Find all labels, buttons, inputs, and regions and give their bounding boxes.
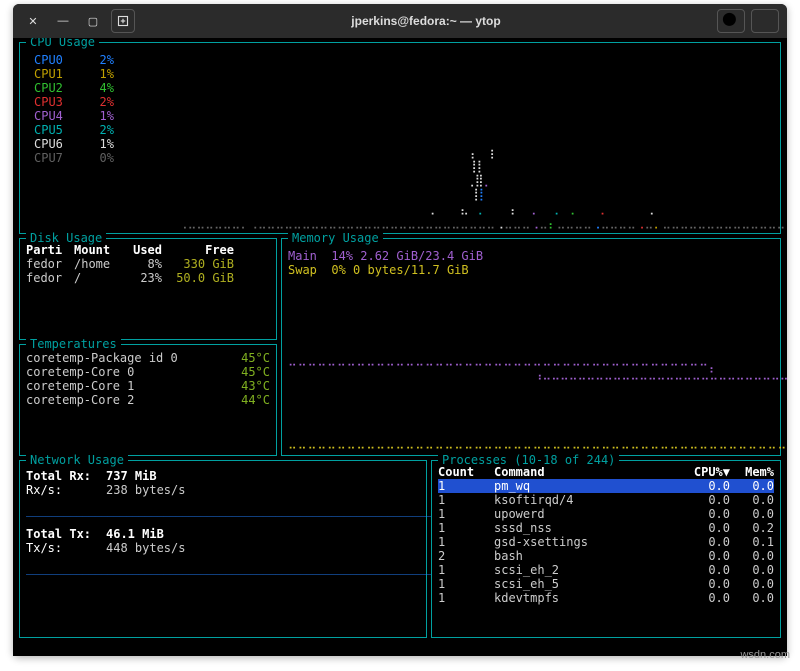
minimize-button[interactable]: — [51,9,75,33]
temp-row: coretemp-Core 143°C [26,379,270,393]
hamburger-menu-button[interactable] [751,9,779,33]
process-row[interactable]: 1ksoftirqd/40.00.0 [438,493,774,507]
temp-row: coretemp-Package id 045°C [26,351,270,365]
temps-panel-title: Temperatures [26,337,121,351]
cpu-usage-panel: CPU Usage CPU02%CPU11%CPU24%CPU32%CPU41%… [19,42,781,234]
process-row[interactable]: 1sssd_nss0.00.2 [438,521,774,535]
net-rxs-label: Rx/s: [26,483,106,497]
mem-main-label: Main [288,249,317,263]
memory-usage-panel: Memory Usage Main 14% 2.62 GiB/23.4 GiB … [281,238,781,456]
process-row[interactable]: 1gsd-xsettings0.00.1 [438,535,774,549]
memory-graph: ⠒⠒⠒⠒⠒⠒⠒⠒⠒⠒⠒⠒⠒⠒⠒⠒⠒⠒⠒⠒⠒⠒⠒⠒⠒⠒⠒⠒⠒⠒⠒⠒⠒⠒⠒⠒⠒⠒⠒⠒… [288,359,774,449]
process-row[interactable]: 1pm_wq0.00.0 [438,479,774,493]
net-tx-graph: ________________________________________… [26,561,420,575]
temp-row: coretemp-Core 244°C [26,393,270,407]
disk-usage-panel: Disk Usage Parti Mount Used Free fedor/h… [19,238,277,340]
disk-row: fedor/23%50.0 GiB [26,271,270,285]
net-tx-label: Total Tx: [26,527,106,541]
net-rx-label: Total Rx: [26,469,106,483]
net-rx-value: 737 MiB [106,469,157,483]
mem-swap-label: Swap [288,263,317,277]
cpu-core-row: CPU32% [34,95,774,109]
net-rx-graph: ________________________________________… [26,503,420,517]
terminal-body: CPU Usage CPU02%CPU11%CPU24%CPU32%CPU41%… [13,38,787,656]
cpu-core-row: CPU02% [34,53,774,67]
net-txs-label: Tx/s: [26,541,106,555]
disk-row: fedor/home8%330 GiB [26,257,270,271]
mem-swap-value: 0% 0 bytes/11.7 GiB [331,263,468,277]
process-row[interactable]: 1scsi_eh_20.00.0 [438,563,774,577]
window-title: jperkins@fedora:~ — ytop [135,14,717,28]
process-row[interactable]: 1upowerd0.00.0 [438,507,774,521]
process-row[interactable]: 1scsi_eh_50.00.0 [438,577,774,591]
cpu-core-row: CPU24% [34,81,774,95]
cpu-core-row: CPU11% [34,67,774,81]
new-tab-button[interactable] [111,9,135,33]
disk-panel-title: Disk Usage [26,231,106,245]
process-headers: Count Command CPU%▼ Mem% [438,465,774,479]
mem-main-value: 14% 2.62 GiB/23.4 GiB [331,249,483,263]
cpu-graph: ⠀⢀⣀⣀⣀⣀⣀⣀⡀⢀⣀⣀⣀⣀⣀⣀⣀⣀⣀⣀⣀⣀⣀⣀⣀⣀⣀⣀⣀⣀⣀⣀⣀⣀⣀⣀⣀⢀⣀⣀… [170,129,774,229]
sort-column-cpu[interactable]: CPU%▼ [686,465,730,479]
watermark: wsdn.com [740,649,790,661]
net-txs-value: 448 bytes/s [106,541,185,555]
cpu-core-row: CPU41% [34,109,774,123]
disk-headers: Parti Mount Used Free [26,243,270,257]
cpu-panel-title: CPU Usage [26,38,99,49]
process-row[interactable]: 1kdevtmpfs0.00.0 [438,591,774,605]
search-button[interactable] [717,9,745,33]
close-button[interactable]: ✕ [21,9,45,33]
memory-panel-title: Memory Usage [288,231,383,245]
network-panel-title: Network Usage [26,453,128,467]
net-rxs-value: 238 bytes/s [106,483,185,497]
terminal-window: ✕ — ▢ jperkins@fedora:~ — ytop CPU Usage… [13,4,787,656]
network-usage-panel: Network Usage Total Rx:737 MiB Rx/s:238 … [19,460,427,638]
temperatures-panel: Temperatures coretemp-Package id 045°Cco… [19,344,277,456]
process-row[interactable]: 2bash0.00.0 [438,549,774,563]
net-tx-value: 46.1 MiB [106,527,164,541]
processes-panel: Processes (10-18 of 244) Count Command C… [431,460,781,638]
temp-row: coretemp-Core 045°C [26,365,270,379]
maximize-button[interactable]: ▢ [81,9,105,33]
titlebar: ✕ — ▢ jperkins@fedora:~ — ytop [13,4,787,38]
processes-panel-title: Processes (10-18 of 244) [438,453,619,467]
